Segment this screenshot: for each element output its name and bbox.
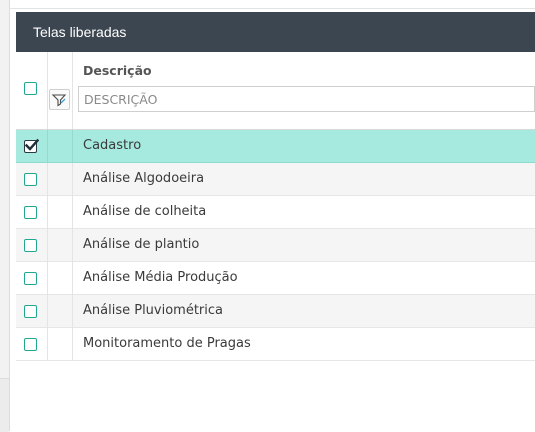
left-sidebar-edge (0, 0, 10, 432)
row-label: Cadastro (83, 138, 142, 153)
table-row[interactable]: Monitoramento de Pragas (16, 328, 535, 361)
check-icon (24, 138, 39, 151)
row-label: Análise Pluviométrica (83, 303, 224, 318)
row-label: Análise Média Produção (83, 270, 238, 285)
column-divider (72, 295, 73, 328)
panel-header: Telas liberadas (16, 12, 535, 52)
row-label: Análise Algodoeira (83, 171, 205, 186)
row-checkbox[interactable] (24, 206, 37, 219)
top-divider (9, 8, 535, 9)
table-row[interactable]: Análise Algodoeira (16, 163, 535, 196)
row-checkbox[interactable] (24, 338, 37, 351)
column-divider (72, 328, 73, 361)
select-all-checkbox[interactable] (24, 82, 37, 95)
sidebar-edge-segment (0, 378, 9, 432)
column-divider (72, 52, 73, 129)
table-row[interactable]: Análise de colheita (16, 196, 535, 229)
column-divider (72, 196, 73, 229)
column-divider (72, 130, 73, 163)
row-label: Monitoramento de Pragas (83, 336, 251, 351)
column-header-descricao[interactable]: Descrição (83, 63, 152, 78)
column-divider (47, 262, 48, 295)
row-checkbox[interactable] (24, 239, 37, 252)
panel-title: Telas liberadas (33, 24, 127, 40)
row-label: Análise de colheita (83, 204, 207, 219)
column-divider (47, 196, 48, 229)
table-row[interactable]: Análise de plantio (16, 229, 535, 262)
column-divider (72, 163, 73, 196)
column-divider (47, 52, 48, 129)
column-divider (72, 229, 73, 262)
row-label: Análise de plantio (83, 237, 200, 252)
column-divider (47, 130, 48, 163)
filter-icon (51, 94, 67, 107)
column-divider (47, 295, 48, 328)
released-screens-panel: Telas liberadas Descrição Cadastro Anális… (16, 12, 535, 361)
column-divider (72, 262, 73, 295)
row-checkbox[interactable] (24, 272, 37, 285)
column-divider (47, 328, 48, 361)
row-checkbox[interactable] (24, 305, 37, 318)
row-checkbox[interactable] (24, 173, 37, 186)
column-divider (47, 229, 48, 262)
column-divider (47, 163, 48, 196)
table-header: Descrição (16, 52, 535, 130)
table-row[interactable]: Análise Pluviométrica (16, 295, 535, 328)
row-checkbox[interactable] (24, 138, 39, 153)
filter-button[interactable] (49, 89, 70, 110)
description-filter-input[interactable] (78, 86, 535, 112)
table-row[interactable]: Análise Média Produção (16, 262, 535, 295)
table-row[interactable]: Cadastro (16, 130, 535, 163)
